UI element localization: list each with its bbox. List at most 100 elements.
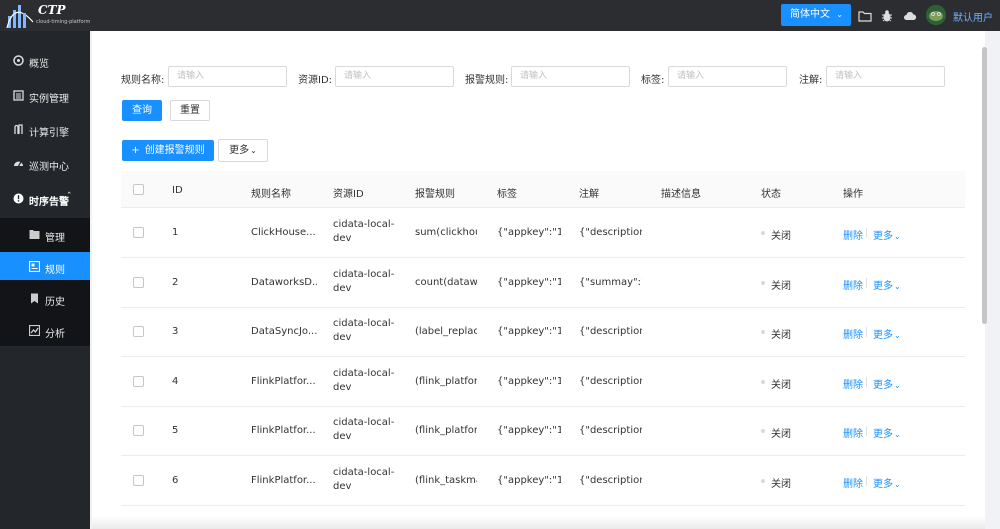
submenu-item-history[interactable]: 历史 (0, 284, 90, 312)
table-row[interactable]: 4 FlinkPlatfor... cidata-local-dev (flink_p… (121, 357, 965, 407)
submenu-item-manage[interactable]: 管理 (0, 220, 90, 248)
status-dot-icon (761, 479, 765, 483)
row-more-link[interactable]: 更多⌄ (873, 326, 901, 341)
logo-text: CTP (38, 3, 66, 17)
cell-alert-rule: (flink_platform (415, 376, 477, 387)
tag-input[interactable]: 请输入 (668, 66, 787, 87)
chart-icon (29, 325, 40, 336)
row-checkbox[interactable] (133, 227, 144, 238)
submenu-item-label: 规则 (45, 265, 65, 276)
cell-tag: {"appkey":"13 (497, 475, 561, 486)
row-more-link[interactable]: 更多⌄ (873, 376, 901, 391)
bug-icon[interactable] (880, 9, 894, 23)
delete-link[interactable]: 删除 (843, 326, 863, 341)
more-actions-button[interactable]: 更多⌄ (218, 139, 268, 162)
cell-rule-name: DataworksD... (251, 277, 317, 288)
resource-id-line: cidata-local- (333, 368, 395, 379)
row-more-label: 更多 (873, 281, 893, 292)
action-divider (866, 228, 867, 238)
cell-tag: {"appkey":"13 (497, 326, 561, 337)
resource-id-line: dev (333, 283, 352, 294)
dashboard-icon (13, 55, 24, 66)
cell-rule-name: ClickHouse... (251, 227, 316, 238)
row-checkbox[interactable] (133, 425, 144, 436)
more-label: 更多 (229, 145, 250, 156)
col-id: ID (172, 185, 183, 196)
submenu-item-rules[interactable]: 规则 (0, 252, 90, 280)
row-more-link[interactable]: 更多⌄ (873, 475, 901, 490)
submenu-item-label: 管理 (45, 233, 65, 244)
alerts-submenu: 管理 规则 历史 分析 (0, 218, 90, 346)
user-avatar[interactable] (926, 5, 946, 25)
row-checkbox[interactable] (133, 376, 144, 387)
chevron-down-icon: ⌄ (894, 331, 901, 340)
vertical-scrollbar[interactable] (982, 47, 987, 324)
row-more-link[interactable]: 更多⌄ (873, 425, 901, 440)
delete-link[interactable]: 删除 (843, 425, 863, 440)
col-description: 描述信息 (661, 189, 701, 200)
reset-button[interactable]: 重置 (170, 100, 210, 121)
delete-link[interactable]: 删除 (843, 277, 863, 292)
gauge-icon (14, 161, 23, 167)
cell-annotation: {"description" (579, 326, 642, 337)
row-more-label: 更多 (873, 429, 893, 440)
language-select[interactable]: 简体中文 ⌄ (781, 4, 851, 26)
alert-rule-input[interactable]: 请输入 (511, 66, 630, 87)
table-row[interactable]: 6 FlinkPlatfor... cidata-local-dev (flink_t… (121, 456, 965, 506)
row-more-label: 更多 (873, 231, 893, 242)
table-row[interactable]: 1 ClickHouse... cidata-local-dev sum(clickh… (121, 208, 965, 258)
row-more-label: 更多 (873, 380, 893, 391)
sidebar-item-alerts[interactable]: 时序告警 ˆ (0, 185, 90, 213)
cell-id: 3 (172, 326, 179, 337)
row-more-link[interactable]: 更多⌄ (873, 277, 901, 292)
folder-icon[interactable] (858, 9, 872, 23)
avatar-image-icon (926, 5, 946, 25)
engine-icon (14, 124, 23, 134)
table-row[interactable]: 5 FlinkPlatfor... cidata-local-dev (flink_p… (121, 406, 965, 456)
action-divider (866, 278, 867, 288)
cell-resource-id: cidata-local-dev (333, 268, 405, 296)
sidebar-item-overview[interactable]: 概览 (0, 47, 90, 75)
cell-status: 关闭 (771, 281, 791, 292)
delete-link[interactable]: 删除 (843, 475, 863, 490)
chevron-down-icon: ⌄ (894, 381, 901, 390)
select-all-checkbox[interactable] (133, 184, 144, 195)
resource-id-line: dev (333, 233, 352, 244)
sidebar-item-inspection[interactable]: 巡测中心 (0, 150, 90, 178)
cell-id: 2 (172, 277, 179, 288)
row-more-link[interactable]: 更多⌄ (873, 227, 901, 242)
user-name[interactable]: 默认用户 (953, 9, 993, 24)
create-alert-rule-button[interactable]: + 创建报警规则 (122, 140, 214, 161)
sidebar-item-engine[interactable]: 计算引擎 (0, 116, 90, 144)
delete-link[interactable]: 删除 (843, 376, 863, 391)
resource-id-input[interactable]: 请输入 (335, 66, 454, 87)
cell-annotation: {"summay":"A (579, 277, 642, 288)
submenu-item-label: 历史 (45, 297, 65, 308)
row-checkbox[interactable] (133, 277, 144, 288)
cell-status: 关闭 (771, 380, 791, 391)
cloud-icon[interactable] (903, 9, 917, 23)
cell-id: 5 (172, 425, 179, 436)
annotation-input[interactable]: 请输入 (826, 66, 945, 87)
sidebar-item-instances[interactable]: 实例管理 (0, 82, 90, 110)
delete-link[interactable]: 删除 (843, 227, 863, 242)
rule-name-input[interactable]: 请输入 (168, 66, 287, 87)
row-checkbox[interactable] (133, 475, 144, 486)
table-row[interactable]: 3 DataSyncJo... cidata-local-dev (label_rep… (121, 307, 965, 357)
cell-rule-name: FlinkPlatfor... (251, 475, 316, 486)
cell-alert-rule: (label_replace (415, 326, 477, 337)
app-logo[interactable]: CTP cloud-timing-platform (6, 2, 90, 29)
status-dot-icon (761, 231, 765, 235)
cell-annotation: {"description" (579, 227, 642, 238)
resource-id-line: cidata-local- (333, 269, 395, 280)
rule-icon (29, 261, 40, 272)
submenu-item-analysis[interactable]: 分析 (0, 316, 90, 344)
row-checkbox[interactable] (133, 326, 144, 337)
cell-id: 4 (172, 376, 179, 387)
chevron-up-icon: ˆ (67, 192, 72, 202)
alert-rule-label: 报警规则: (465, 75, 509, 86)
sidebar-item-label: 时序告警 (29, 197, 69, 208)
table-row[interactable]: 2 DataworksD... cidata-local-dev count(data… (121, 258, 965, 308)
query-button[interactable]: 查询 (122, 100, 162, 121)
submenu-item-label: 分析 (45, 329, 65, 340)
